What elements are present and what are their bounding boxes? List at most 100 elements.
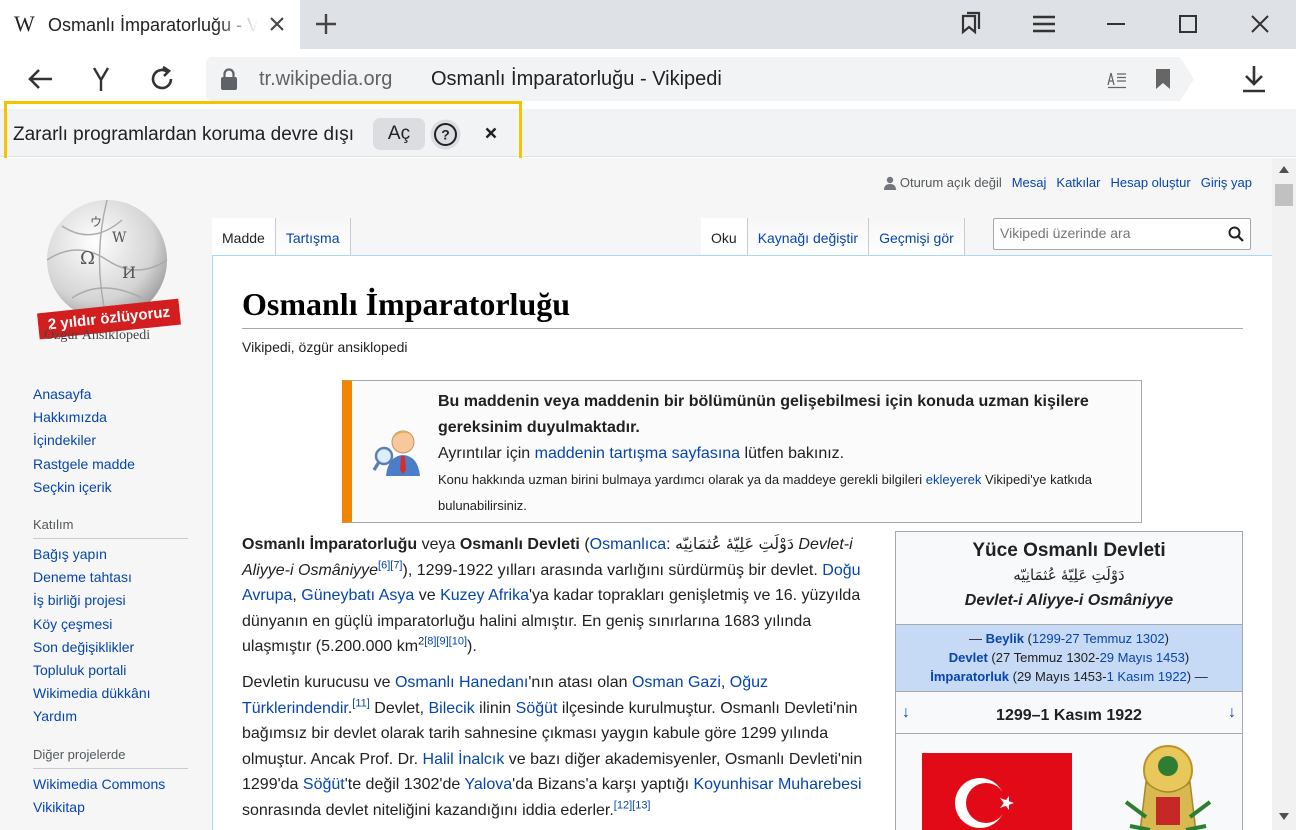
bookmarks-panel-icon[interactable] <box>956 10 984 38</box>
sidebar-item-commons[interactable]: Wikimedia Commons <box>33 773 193 796</box>
back-icon[interactable] <box>26 64 56 94</box>
infobar-message: Zararlı programlardan koruma devre dışı <box>13 124 355 145</box>
coat-of-arms[interactable] <box>1116 742 1220 830</box>
sidebar-item-koy-cesmesi[interactable]: Köy çeşmesi <box>33 613 193 636</box>
link-beylik-range[interactable]: 1299-27 Temmuz 1302 <box>1032 631 1165 646</box>
menu-icon[interactable] <box>1030 10 1058 38</box>
text-run: ve <box>414 587 441 604</box>
infobox-arabic-name: دَوْلَتِ عَلِيّهٔ عُثمَانِيّه <box>1013 567 1125 584</box>
text-run: 'te değil 1302'de <box>344 776 465 793</box>
tab-kaynagi-degistir[interactable]: Kaynağı değiştir <box>747 218 870 256</box>
link-kuzey-afrika[interactable]: Kuzey Afrika <box>440 587 529 604</box>
tab-madde[interactable]: Madde <box>212 218 276 256</box>
sidebar-item-rastgele[interactable]: Rastgele madde <box>33 453 193 476</box>
personal-tools: Oturum açık değil Mesaj Katkılar Hesap o… <box>883 175 1252 190</box>
maximize-icon[interactable] <box>1174 10 1202 38</box>
infobox: Yüce Osmanlı Devleti دَوْلَتِ عَلِيّهٔ ع… <box>895 531 1243 830</box>
minimize-icon[interactable] <box>1102 10 1130 38</box>
reader-mode-icon[interactable] <box>1106 69 1128 89</box>
link-osmanlica[interactable]: Osmanlıca <box>590 536 666 553</box>
previous-state-arrow-icon[interactable]: ↓ <box>902 704 910 722</box>
window-close-icon[interactable] <box>1246 10 1274 38</box>
sidebar-item-anasayfa[interactable]: Anasayfa <box>33 383 193 406</box>
link-giris-yap[interactable]: Giriş yap <box>1201 175 1252 190</box>
notice-line3: Konu hakkında uzman birini bulmaya yardı… <box>438 472 1092 513</box>
text-run: ). <box>467 638 477 655</box>
expert-needed-notice: Bu maddenin veya maddenin bir bölümünün … <box>342 380 1142 523</box>
wiki-search-box[interactable] <box>993 218 1251 250</box>
svg-text:ウ: ウ <box>90 215 102 229</box>
scroll-down-icon[interactable] <box>1279 813 1289 820</box>
sidebar-item-deneme[interactable]: Deneme tahtası <box>33 566 193 589</box>
citation-link[interactable]: [8][9][10] <box>424 636 467 648</box>
svg-text:И: И <box>122 263 136 282</box>
bookmark-icon[interactable] <box>1154 67 1172 91</box>
text-run: ( <box>579 536 590 553</box>
plus-icon[interactable] <box>312 10 340 38</box>
yandex-icon[interactable] <box>86 64 116 94</box>
sidebar-item-isbirligi[interactable]: İş birliği projesi <box>33 589 193 612</box>
link-mesaj[interactable]: Mesaj <box>1012 175 1047 190</box>
row-text: (29 Mayıs 1453- <box>1009 669 1107 684</box>
citation-link[interactable]: [6][7] <box>378 559 402 571</box>
add-info-link[interactable]: ekleyerek <box>926 472 982 487</box>
text-run: 'nın atası olan <box>528 674 632 691</box>
user-status: Oturum açık değil <box>883 175 1002 190</box>
link-devlet[interactable]: Devlet <box>949 650 988 665</box>
link-katkilar[interactable]: Katkılar <box>1056 175 1100 190</box>
search-icon[interactable] <box>1228 226 1244 242</box>
link-osmanli-hanedani[interactable]: Osmanlı Hanedanı <box>395 674 528 691</box>
close-icon[interactable] <box>265 12 289 36</box>
scroll-thumb[interactable] <box>1275 184 1293 206</box>
link-devlet-range[interactable]: 29 Mayıs 1453 <box>1100 650 1185 665</box>
sidebar-item-seckin[interactable]: Seçkin içerik <box>33 476 193 499</box>
tab-tartisma[interactable]: Tartışma <box>275 218 351 256</box>
sidebar-item-bagis[interactable]: Bağış yapın <box>33 543 193 566</box>
sidebar-item-hakkimizda[interactable]: Hakkımızda <box>33 406 193 429</box>
notice-body: Bu maddenin veya maddenin bir bölümünün … <box>438 389 1138 519</box>
scroll-up-icon[interactable] <box>1279 166 1289 173</box>
namespace-tabs: Madde Tartışma <box>212 218 351 256</box>
citation-link[interactable]: [11] <box>352 697 370 709</box>
sidebar-item-vikikitap[interactable]: Vikikitap <box>33 796 193 819</box>
link-guneybati-asya[interactable]: Güneybatı Asya <box>301 587 414 604</box>
wikipedia-favicon-icon: W <box>14 11 35 36</box>
download-icon[interactable] <box>1240 63 1268 95</box>
link-yalova[interactable]: Yalova <box>464 776 512 793</box>
ottoman-flag[interactable] <box>922 753 1072 830</box>
page-scrollbar[interactable] <box>1272 158 1296 830</box>
link-sogut-2[interactable]: Söğüt <box>303 776 345 793</box>
tab-oku[interactable]: Oku <box>701 218 748 256</box>
browser-tab[interactable]: W Osmanlı İmparatorluğu - Vikipedi <box>0 0 300 49</box>
user-icon <box>883 176 896 190</box>
talk-page-link[interactable]: maddenin tartışma sayfasına <box>535 445 740 462</box>
link-osman-gazi[interactable]: Osman Gazi <box>632 674 721 691</box>
link-imparatorluk-range[interactable]: 1 Kasım 1922 <box>1107 669 1187 684</box>
link-hesap-olustur[interactable]: Hesap oluştur <box>1110 175 1190 190</box>
sidebar-item-dukkan[interactable]: Wikimedia dükkânı <box>33 682 193 705</box>
link-koyunhisar[interactable]: Koyunhisar Muharebesi <box>693 776 861 793</box>
link-imparatorluk[interactable]: İmparatorluk <box>930 669 1009 684</box>
tab-title: Osmanlı İmparatorluğu - Vikipedi <box>48 15 258 35</box>
notice-line3-prefix: Konu hakkında uzman birini bulmaya yardı… <box>438 472 926 487</box>
help-label: ? <box>441 127 450 143</box>
search-input[interactable] <box>1000 225 1220 241</box>
address-bar[interactable]: tr.wikipedia.org Osmanlı İmparatorluğu -… <box>206 57 1194 101</box>
link-sogut[interactable]: Söğüt <box>516 700 558 717</box>
sidebar-item-icindekiler[interactable]: İçindekiler <box>33 429 193 452</box>
link-bilecik[interactable]: Bilecik <box>429 700 475 717</box>
link-halil-inalcik[interactable]: Halil İnalcık <box>423 751 505 768</box>
sidebar-item-topluluk[interactable]: Topluluk portali <box>33 659 193 682</box>
lock-icon[interactable] <box>218 67 240 91</box>
tab-gecmisi-gor[interactable]: Geçmişi gör <box>869 218 965 256</box>
next-state-arrow-icon[interactable]: ↓ <box>1228 704 1236 722</box>
help-icon[interactable]: ? <box>430 119 461 150</box>
sidebar-item-yardim[interactable]: Yardım <box>33 705 193 728</box>
sidebar-item-son-degisiklikler[interactable]: Son değişiklikler <box>33 636 193 659</box>
enable-protection-button[interactable]: Aç <box>373 118 425 150</box>
svg-text:Ω: Ω <box>80 248 95 269</box>
reload-icon[interactable] <box>147 64 177 94</box>
link-beylik[interactable]: Beylik <box>986 631 1024 646</box>
infobar-close-icon[interactable] <box>480 122 502 144</box>
citation-link[interactable]: [12][13] <box>614 799 651 811</box>
